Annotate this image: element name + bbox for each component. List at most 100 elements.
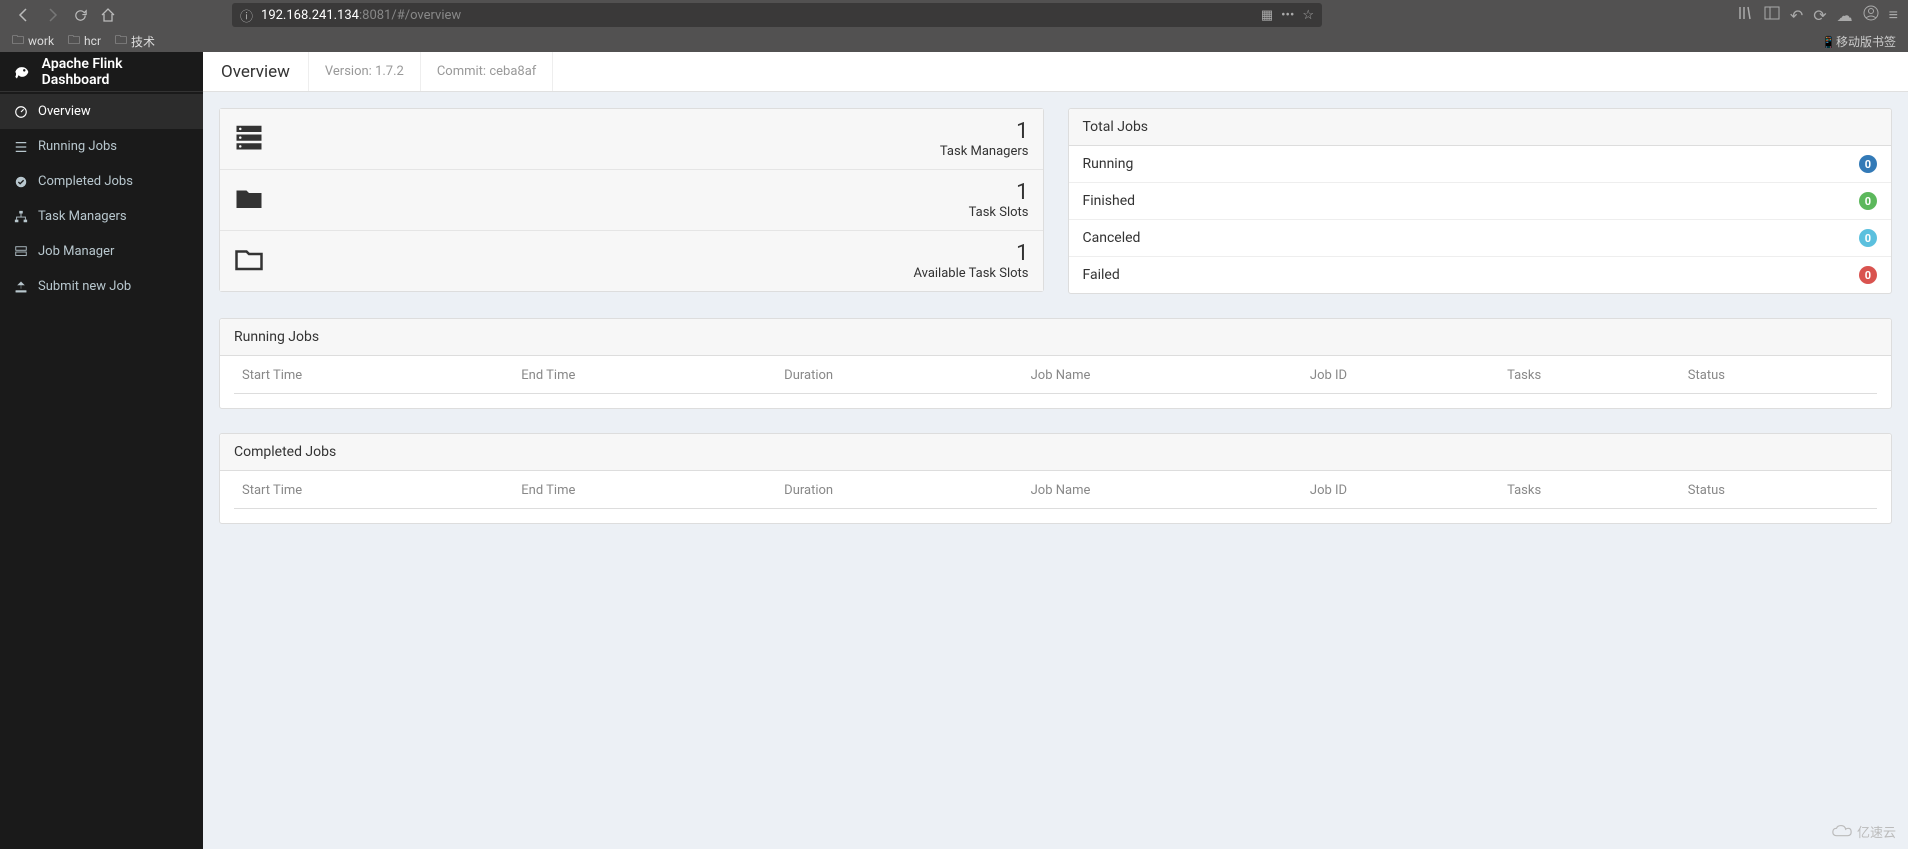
- sidebar-item-overview[interactable]: Overview: [0, 94, 203, 129]
- qr-icon[interactable]: ▦: [1261, 8, 1273, 23]
- dashboard-icon: [14, 105, 28, 119]
- cloud-icon[interactable]: ☁: [1837, 6, 1853, 25]
- check-icon: [14, 175, 28, 189]
- stat-task-slots: 1 Task Slots: [220, 170, 1043, 231]
- folder-icon: 🗀: [12, 31, 24, 52]
- watermark: 亿速云: [1831, 822, 1896, 841]
- col-start[interactable]: Start Time: [234, 356, 513, 394]
- server-icon: [14, 245, 28, 259]
- stat-label: Task Slots: [268, 205, 1029, 220]
- stat-value: 1: [268, 180, 1029, 205]
- status-finished: Finished 0: [1069, 183, 1892, 220]
- stat-value: 1: [268, 241, 1029, 266]
- col-jobname[interactable]: Job Name: [1023, 471, 1302, 509]
- col-duration[interactable]: Duration: [776, 356, 1022, 394]
- info-icon: ⓘ: [240, 6, 253, 25]
- status-failed: Failed 0: [1069, 257, 1892, 293]
- col-start[interactable]: Start Time: [234, 471, 513, 509]
- col-duration[interactable]: Duration: [776, 471, 1022, 509]
- redo-icon[interactable]: ⟳: [1813, 6, 1826, 25]
- status-label: Canceled: [1083, 230, 1141, 246]
- account-icon[interactable]: [1863, 5, 1879, 25]
- forward-button[interactable]: [38, 1, 66, 29]
- sidebar-icon[interactable]: [1764, 5, 1780, 25]
- topbar: Overview Version: 1.7.2 Commit: ceba8af: [203, 52, 1908, 92]
- folder-open-icon: [234, 244, 268, 278]
- col-jobid[interactable]: Job ID: [1302, 471, 1499, 509]
- version-info: Version: 1.7.2: [309, 52, 421, 91]
- status-running: Running 0: [1069, 146, 1892, 183]
- page-title: Overview: [203, 52, 309, 91]
- stats-panel: 1 Task Managers 1 Task Slots: [219, 108, 1044, 292]
- app-title: Apache Flink Dashboard: [42, 56, 191, 88]
- bookmark-hcr[interactable]: 🗀hcr: [68, 31, 101, 52]
- sidebar-item-label: Overview: [38, 104, 91, 119]
- sidebar-item-submit-job[interactable]: Submit new Job: [0, 269, 203, 304]
- col-end[interactable]: End Time: [513, 356, 776, 394]
- commit-info: Commit: ceba8af: [421, 52, 553, 91]
- sidebar: Apache Flink Dashboard Overview Running …: [0, 52, 203, 849]
- sidebar-item-label: Task Managers: [38, 209, 127, 224]
- url-text: 192.168.241.134:8081/#/overview: [261, 8, 461, 23]
- sidebar-item-task-managers[interactable]: Task Managers: [0, 199, 203, 234]
- sidebar-item-label: Running Jobs: [38, 139, 117, 154]
- bookmark-icon[interactable]: ☆: [1302, 8, 1314, 23]
- sidebar-item-label: Job Manager: [38, 244, 114, 259]
- stat-label: Task Managers: [268, 144, 1029, 159]
- home-button[interactable]: [94, 1, 122, 29]
- status-label: Finished: [1083, 193, 1136, 209]
- col-status[interactable]: Status: [1680, 471, 1877, 509]
- list-icon: [14, 140, 28, 154]
- status-badge: 0: [1859, 192, 1877, 210]
- url-bar[interactable]: ⓘ 192.168.241.134:8081/#/overview ▦ ••• …: [232, 3, 1322, 27]
- status-badge: 0: [1859, 229, 1877, 247]
- upload-icon: [14, 280, 28, 294]
- status-canceled: Canceled 0: [1069, 220, 1892, 257]
- col-jobid[interactable]: Job ID: [1302, 356, 1499, 394]
- folder-icon: 🗀: [68, 31, 80, 52]
- panel-title: Running Jobs: [220, 319, 1891, 356]
- menu-icon[interactable]: ≡: [1889, 5, 1898, 25]
- total-jobs-panel: Total Jobs Running 0 Finished 0: [1068, 108, 1893, 294]
- status-badge: 0: [1859, 155, 1877, 173]
- stat-label: Available Task Slots: [268, 266, 1029, 281]
- bookmark-work[interactable]: 🗀work: [12, 31, 54, 52]
- status-label: Failed: [1083, 267, 1120, 283]
- more-icon[interactable]: •••: [1281, 8, 1294, 23]
- sidebar-item-label: Submit new Job: [38, 279, 131, 294]
- running-jobs-table: Start Time End Time Duration Job Name Jo…: [234, 356, 1877, 394]
- back-button[interactable]: [10, 1, 38, 29]
- status-badge: 0: [1859, 266, 1877, 284]
- completed-jobs-table: Start Time End Time Duration Job Name Jo…: [234, 471, 1877, 509]
- stat-value: 1: [268, 119, 1029, 144]
- library-icon[interactable]: [1738, 5, 1754, 25]
- sidebar-header: Apache Flink Dashboard: [0, 52, 203, 92]
- panel-title: Completed Jobs: [220, 434, 1891, 471]
- browser-chrome: ⓘ 192.168.241.134:8081/#/overview ▦ ••• …: [0, 0, 1908, 52]
- mobile-bookmarks[interactable]: 📱移动版书签: [1821, 33, 1896, 50]
- sidebar-item-job-manager[interactable]: Job Manager: [0, 234, 203, 269]
- stat-task-managers: 1 Task Managers: [220, 109, 1043, 170]
- bookmark-tech[interactable]: 🗀技术: [115, 31, 155, 52]
- col-status[interactable]: Status: [1680, 356, 1877, 394]
- sitemap-icon: [14, 210, 28, 224]
- status-label: Running: [1083, 156, 1134, 172]
- bookmarks-bar: 🗀work 🗀hcr 🗀技术 📱移动版书签: [0, 30, 1908, 52]
- undo-icon[interactable]: ↶: [1790, 6, 1803, 25]
- folder-icon: [234, 183, 268, 217]
- folder-icon: 🗀: [115, 31, 127, 52]
- completed-jobs-panel: Completed Jobs Start Time End Time Durat…: [219, 433, 1892, 524]
- panel-title: Total Jobs: [1069, 109, 1892, 146]
- col-tasks[interactable]: Tasks: [1499, 356, 1680, 394]
- col-jobname[interactable]: Job Name: [1023, 356, 1302, 394]
- reload-button[interactable]: [66, 1, 94, 29]
- sidebar-item-label: Completed Jobs: [38, 174, 133, 189]
- stat-available-slots: 1 Available Task Slots: [220, 231, 1043, 291]
- col-end[interactable]: End Time: [513, 471, 776, 509]
- running-jobs-panel: Running Jobs Start Time End Time Duratio…: [219, 318, 1892, 409]
- sidebar-item-running-jobs[interactable]: Running Jobs: [0, 129, 203, 164]
- sidebar-item-completed-jobs[interactable]: Completed Jobs: [0, 164, 203, 199]
- server-icon: [234, 122, 268, 156]
- flink-logo-icon: [12, 62, 32, 82]
- col-tasks[interactable]: Tasks: [1499, 471, 1680, 509]
